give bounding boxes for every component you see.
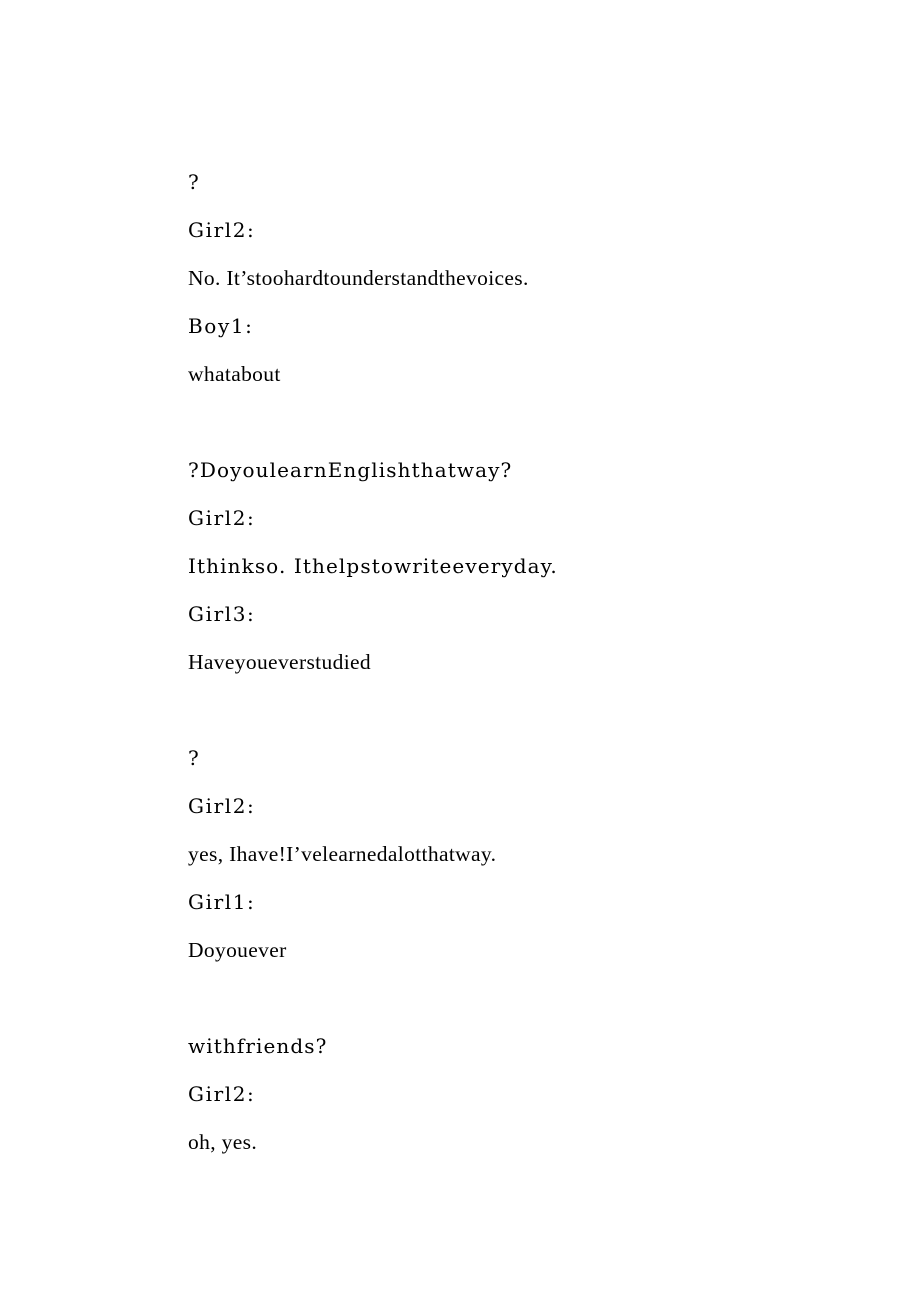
dialogue-line: Haveyoueverstudied [188,650,372,674]
speaker-label: Girl2: [188,218,256,242]
speaker-label: Girl2: [188,1082,256,1106]
dialogue-line: whatabout [188,362,281,386]
dialogue-line: No. It’stoohardtounderstandthevoices. [188,266,529,290]
dialogue-line: ? [188,170,200,194]
dialogue-line: Ithinkso. Ithelpstowriteeveryday. [188,554,558,578]
dialogue-line: ? [188,746,200,770]
dialogue-transcript: ? Girl2: No. It’stoohardtounderstandthevoi… [188,158,748,1166]
dialogue-line: ?DoyoulearnEnglishthatway? [188,458,513,482]
speaker-label: Girl2: [188,794,256,818]
dialogue-line: oh, yes. [188,1130,258,1154]
dialogue-line: withfriends? [188,1034,328,1058]
speaker-label: Girl1: [188,890,256,914]
speaker-label: Girl2: [188,506,256,530]
dialogue-line: yes, Ihave!I’velearnedalotthatway. [188,842,497,866]
speaker-label: Boy1: [188,314,254,338]
dialogue-line: Doyouever [188,938,287,962]
speaker-label: Girl3: [188,602,256,626]
document-page: ? Girl2: No. It’stoohardtounderstandthevoi… [0,0,920,1302]
